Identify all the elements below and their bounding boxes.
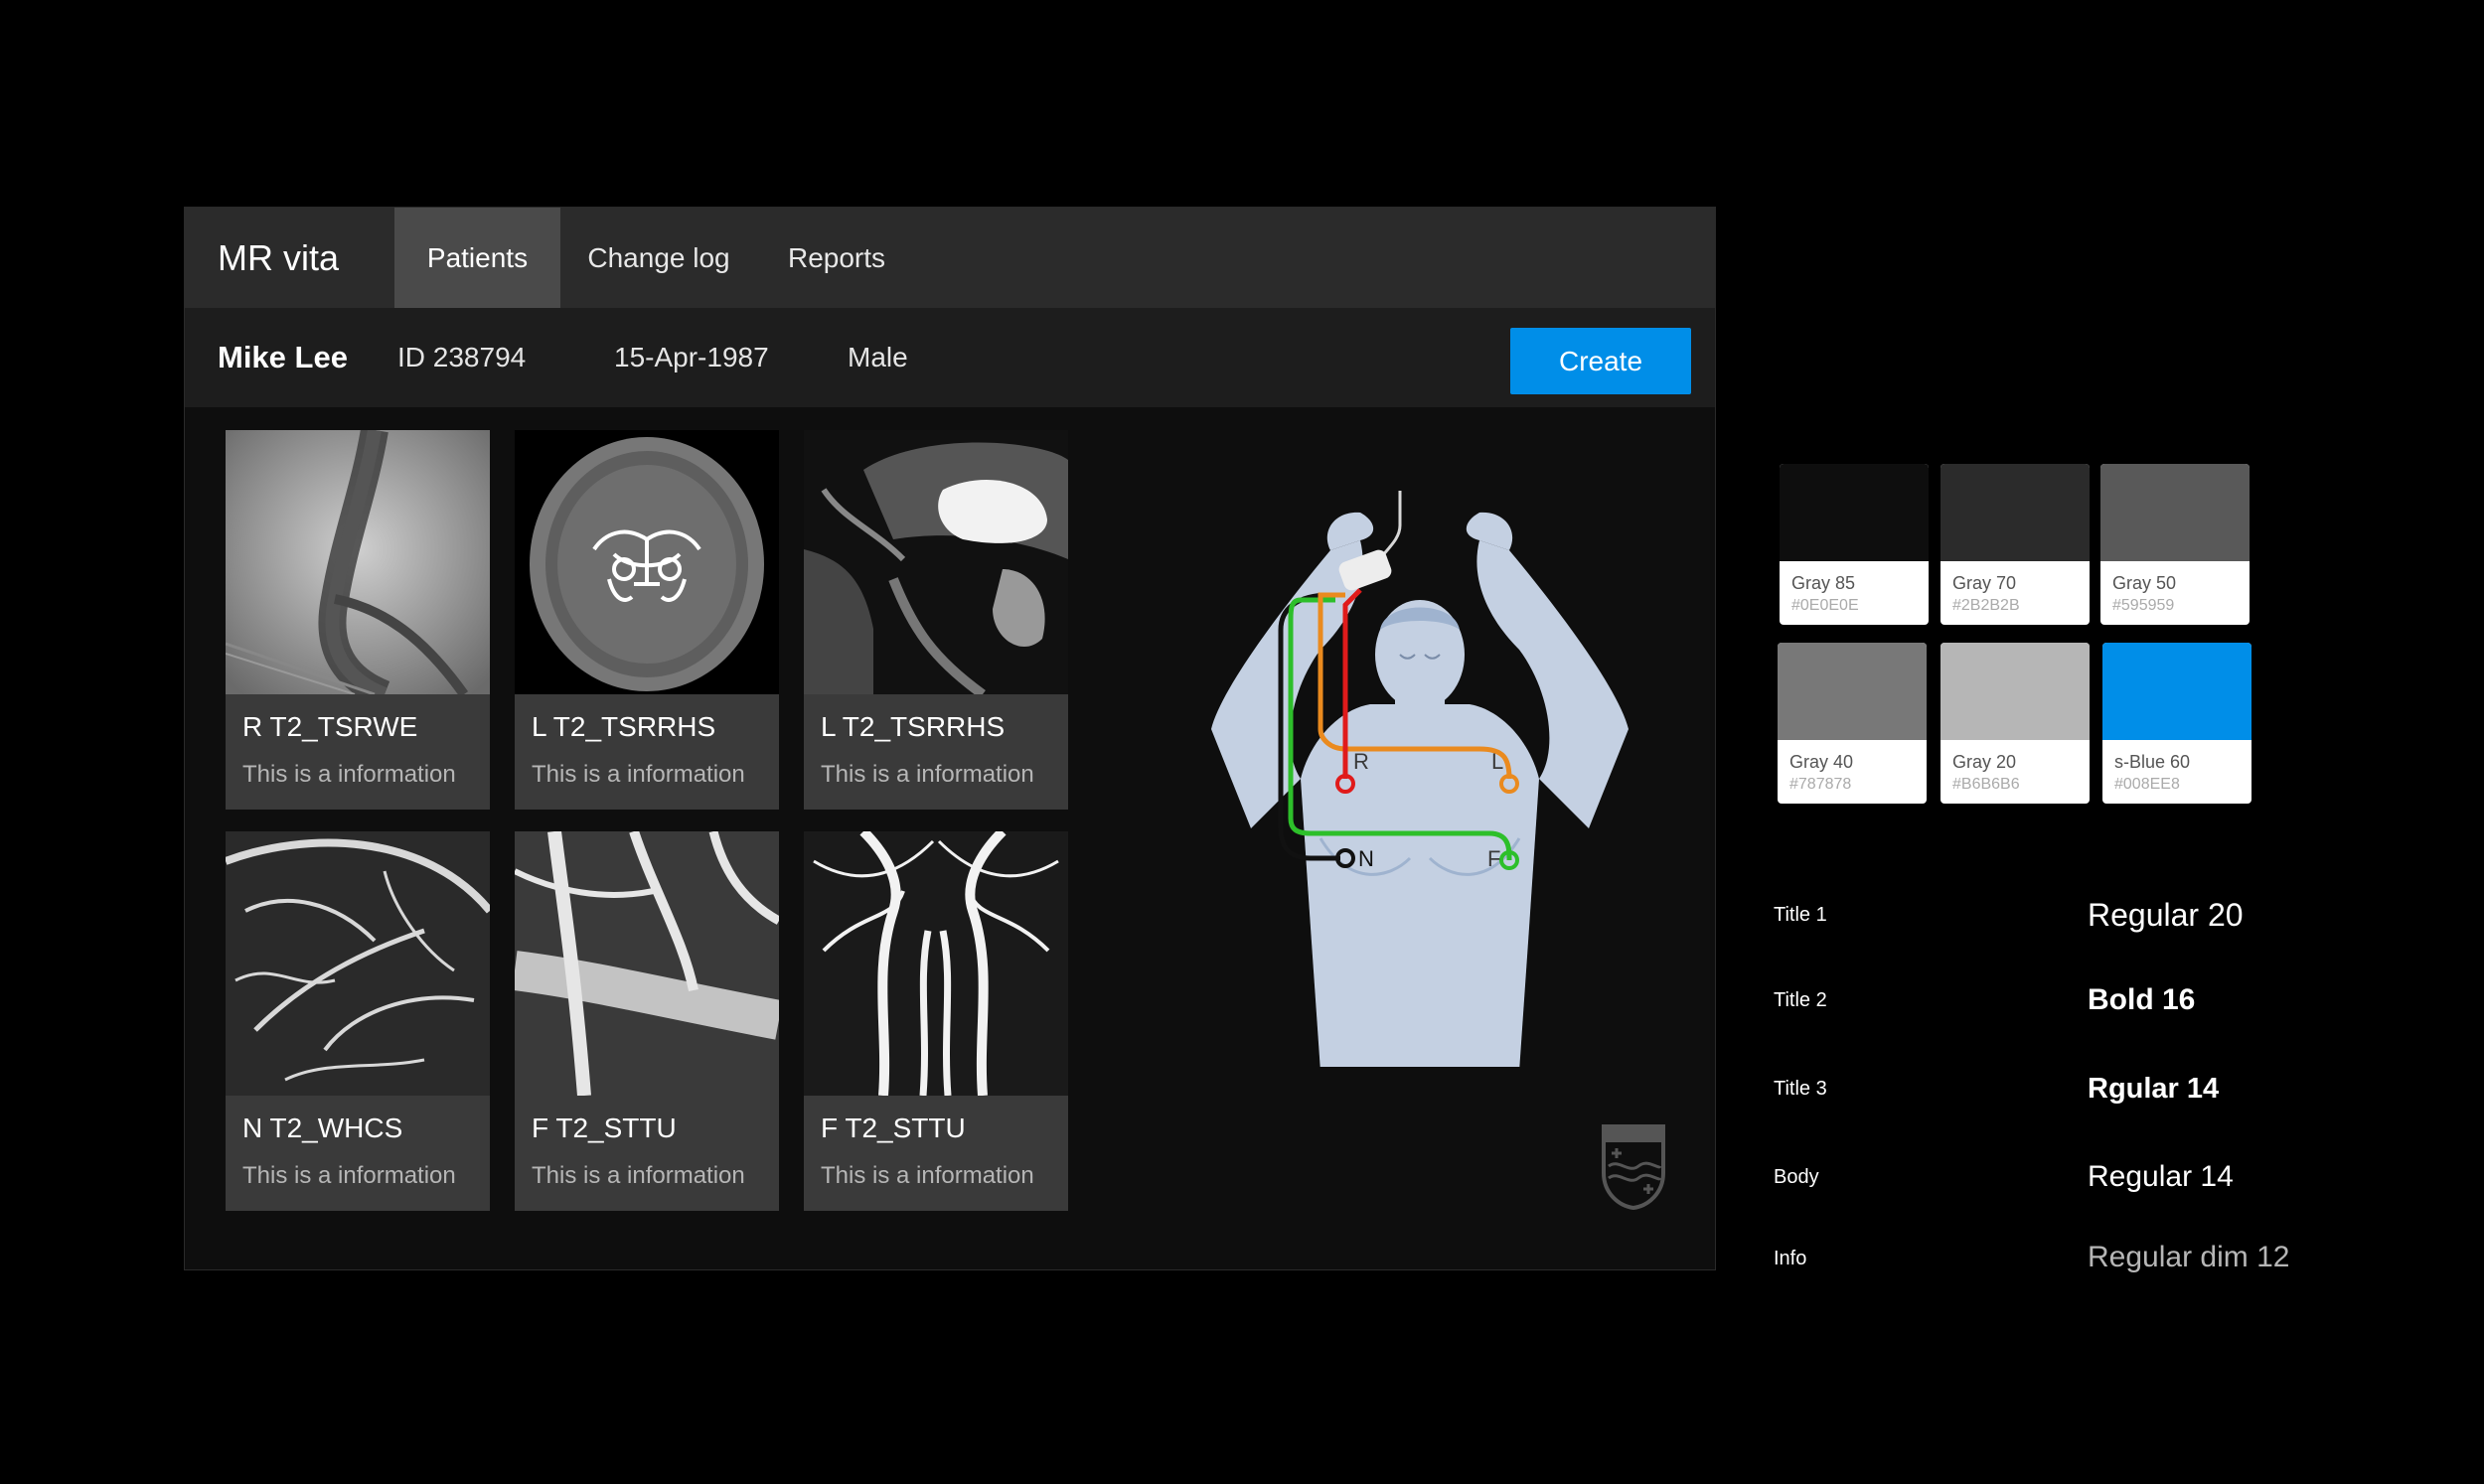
type-label-title3: Title 3 [1774,1078,1827,1100]
scan-thumbnail [226,430,490,694]
swatch-name: Gray 20 [1952,752,2017,772]
swatch-hex: #595959 [2112,597,2175,614]
swatch-name: Gray 70 [1952,573,2017,593]
type-label-info: Info [1774,1248,1807,1269]
swatch-color [2100,464,2250,561]
scan-thumbnail [804,831,1068,1096]
swatch-name: Gray 85 [1791,573,1856,593]
type-label-body: Body [1774,1166,1819,1188]
tab-reports[interactable]: Reports [757,208,916,308]
swatch-hex: #B6B6B6 [1952,776,2020,793]
scan-thumbnail [804,430,1068,694]
swatch-color [1780,464,1929,561]
color-swatch: s-Blue 60 #008EE8 [2102,643,2251,804]
scan-card[interactable]: L T2_TSRRHS This is a information [515,430,779,810]
patient-id: ID 238794 [397,342,527,372]
scan-card[interactable]: F T2_STTU This is a information [515,831,779,1211]
swatch-name: Gray 50 [2112,573,2177,593]
lead-label-f: F [1487,846,1500,871]
scan-thumbnail [226,831,490,1096]
scan-info: This is a information [821,761,1034,788]
ecg-lead-figure: R L N F [1211,491,1629,1072]
swatch-hex: #2B2B2B [1952,597,2020,614]
type-value-title1: Regular 20 [2088,897,2244,933]
scan-info: This is a information [821,1162,1034,1189]
scan-info: This is a information [532,1162,745,1189]
app-brand: MR vita [218,237,340,278]
scan-title: F T2_STTU [532,1113,677,1143]
patient-sex: Male [848,342,908,372]
type-value-info: Regular dim 12 [2088,1241,2290,1273]
scan-title: F T2_STTU [821,1113,966,1143]
scan-thumbnail [515,831,779,1096]
patient-name: Mike Lee [218,340,348,374]
patient-header: Mike Lee ID 238794 15-Apr-1987 Male Crea… [185,308,1715,407]
type-label-title2: Title 2 [1774,989,1827,1011]
type-value-body: Regular 14 [2088,1160,2234,1193]
swatch-color [1941,643,2090,740]
swatch-hex: #787878 [1789,776,1852,793]
type-label-title1: Title 1 [1774,904,1827,926]
scan-title: N T2_WHCS [242,1113,403,1143]
scan-card[interactable]: R T2_TSRWE This is a information [226,430,490,810]
type-value-title2: Bold 16 [2088,983,2196,1016]
top-navigation: MR vita Patients Change log Reports [185,208,1715,308]
swatch-color [1941,464,2090,561]
swatch-hex: #0E0E0E [1791,597,1859,614]
swatch-color [2102,643,2251,740]
color-swatch: Gray 20 #B6B6B6 [1941,643,2090,804]
scan-card[interactable]: L T2_TSRRHS This is a information [804,430,1068,810]
swatch-hex: #008EE8 [2114,776,2180,793]
app-window: MR vita Patients Change log Reports Mike… [184,207,1716,1270]
create-button[interactable]: Create [1510,328,1691,394]
scan-title: L T2_TSRRHS [532,711,716,742]
swatch-color [1778,643,1927,740]
scan-title: L T2_TSRRHS [821,711,1006,742]
lead-label-n: N [1358,846,1374,871]
lead-label-l: L [1491,749,1503,774]
swatch-name: Gray 40 [1789,752,1854,772]
lead-label-r: R [1353,749,1369,774]
type-value-title3: Rgular 14 [2088,1073,2220,1105]
scan-card[interactable]: N T2_WHCS This is a information [226,831,490,1211]
scan-info: This is a information [242,1162,456,1189]
scan-info: This is a information [242,761,456,788]
color-swatch: Gray 70 #2B2B2B [1941,464,2090,625]
swatch-name: s-Blue 60 [2114,752,2191,772]
philips-logo-icon [1599,1118,1668,1211]
color-swatch: Gray 85 #0E0E0E [1780,464,1929,625]
tab-change-log[interactable]: Change log [560,208,757,308]
scan-card[interactable]: F T2_STTU This is a information [804,831,1068,1211]
scan-info: This is a information [532,761,745,788]
color-swatch: Gray 40 #787878 [1778,643,1927,804]
color-swatch: Gray 50 #595959 [2100,464,2250,625]
patient-dob: 15-Apr-1987 [614,342,769,372]
scan-title: R T2_TSRWE [242,711,418,742]
tab-patients[interactable]: Patients [394,208,560,308]
scan-thumbnail [515,430,779,694]
